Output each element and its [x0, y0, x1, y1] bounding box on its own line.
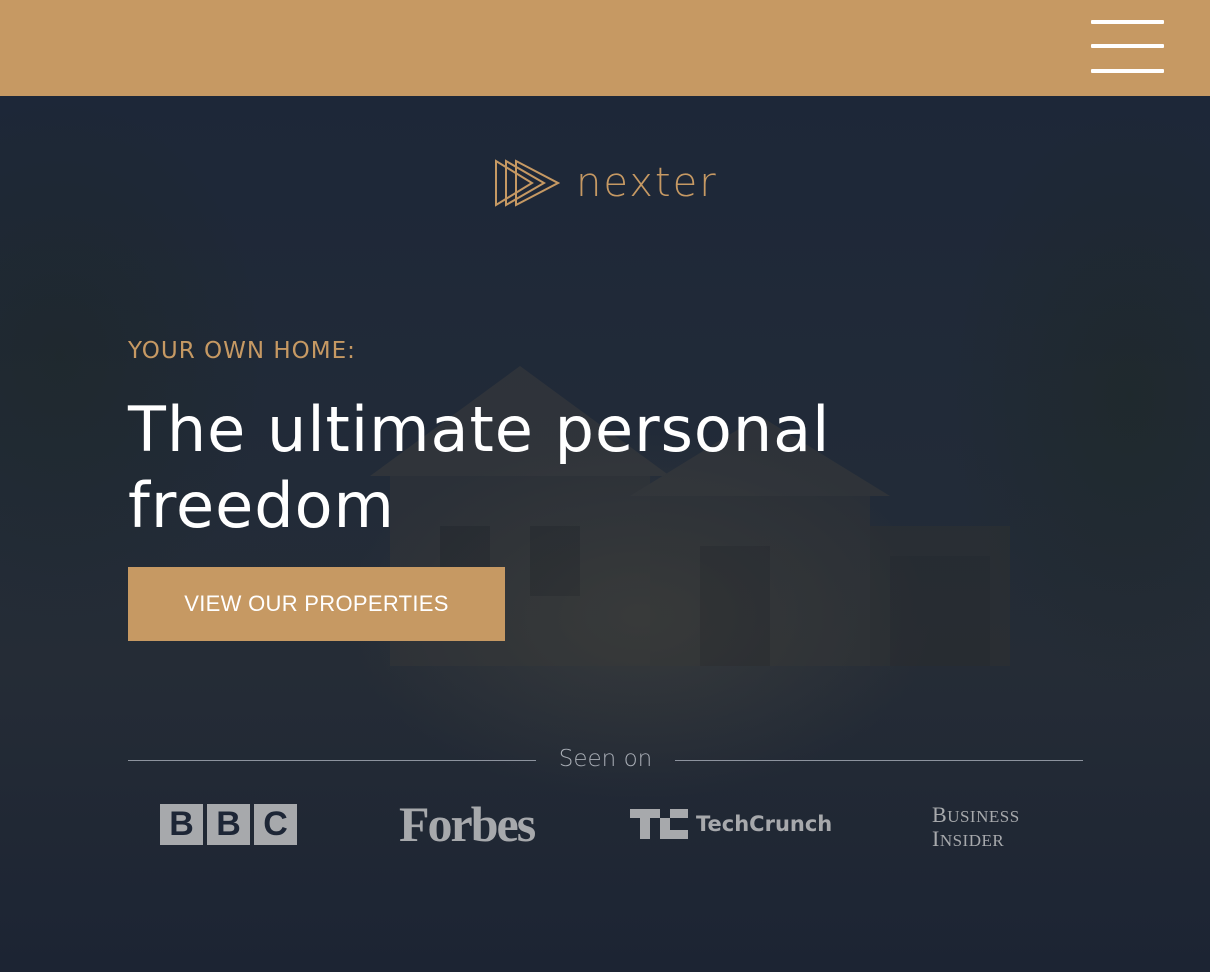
business-insider-logo: BUSINESS INSIDER — [932, 804, 1020, 852]
techcrunch-logo: TechCrunch — [630, 809, 840, 839]
view-properties-button[interactable]: VIEW OUR PROPERTIES — [128, 567, 505, 641]
divider-line-left — [128, 760, 536, 761]
seen-on-divider: Seen on — [128, 744, 1083, 776]
headline-line-2: freedom — [128, 469, 395, 542]
bi-rest: NSIDER — [939, 831, 1005, 850]
bi-cap: B — [932, 802, 948, 827]
hero-subtitle: YOUR OWN HOME: — [128, 338, 356, 364]
bi-rest: USINESS — [947, 807, 1020, 826]
bi-cap: I — [932, 826, 940, 851]
divider-line-right — [675, 760, 1083, 761]
bbc-logo: B B C — [160, 804, 297, 845]
brand-name: nexter — [576, 160, 718, 206]
bi-line-2: INSIDER — [932, 828, 1020, 852]
press-logos: B B C Forbes TechCrunch BUSINESS INSIDER — [0, 796, 1210, 856]
bi-line-1: BUSINESS — [932, 804, 1020, 828]
forbes-logo: Forbes — [399, 796, 536, 852]
brand-logo[interactable]: nexter — [494, 158, 720, 210]
menu-line — [1091, 20, 1164, 24]
hamburger-menu-icon[interactable] — [1091, 20, 1164, 76]
hero-headline: The ultimate personal freedom — [128, 392, 888, 544]
menu-line — [1091, 69, 1164, 73]
techcrunch-wordmark: TechCrunch — [696, 812, 833, 836]
techcrunch-mark-icon — [630, 809, 688, 839]
bbc-letter: B — [160, 804, 203, 845]
seen-on-label: Seen on — [558, 746, 653, 772]
bbc-letter: B — [207, 804, 250, 845]
bbc-letter: C — [254, 804, 297, 845]
hero-section: nexter YOUR OWN HOME: The ultimate perso… — [0, 96, 1210, 972]
top-bar — [0, 0, 1210, 96]
headline-line-1: The ultimate personal — [128, 393, 831, 466]
menu-line — [1091, 44, 1164, 48]
triple-play-triangle-icon — [495, 159, 560, 207]
